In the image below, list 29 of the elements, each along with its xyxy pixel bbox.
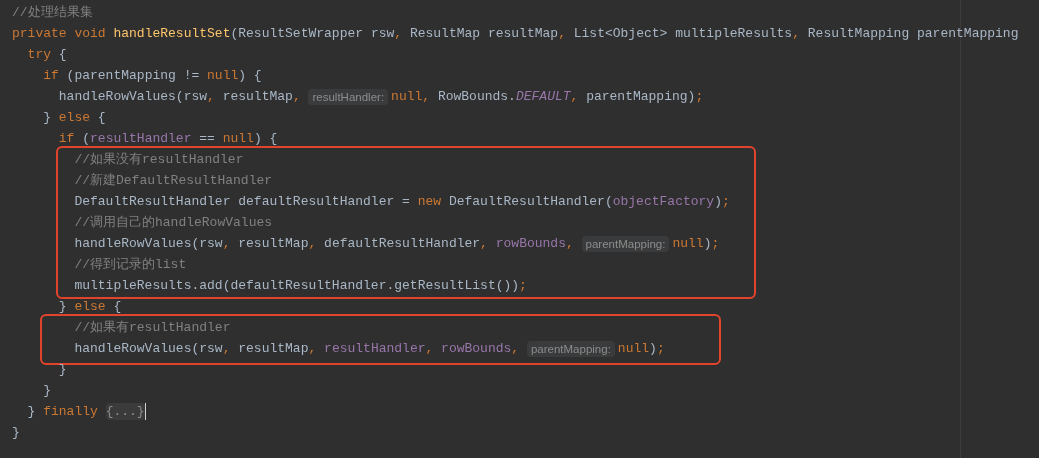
code-text: try { bbox=[26, 45, 67, 64]
folded-code[interactable]: {...} bbox=[105, 403, 145, 420]
code-text: handleRowValues(rsw, resultMap, resultHandler, rowBounds, bbox=[73, 339, 521, 358]
code-text: multipleResults.add(defaultResultHandler.getResultList()); bbox=[73, 276, 527, 295]
code-text: } finally bbox=[26, 402, 99, 421]
code-text: handleRowValues(rsw, resultMap, defaultResultHandler, rowBounds, bbox=[73, 234, 575, 253]
code-text: } else { bbox=[42, 108, 106, 127]
code-text: //如果有resultHandler bbox=[73, 318, 231, 337]
parameter-hint: parentMapping: bbox=[581, 235, 670, 252]
code-text: handleRowValues(rsw, resultMap, bbox=[57, 87, 302, 106]
code-text: null); bbox=[617, 339, 665, 358]
code-text: //如果没有resultHandler bbox=[73, 150, 244, 169]
code-text: //调用自己的handleRowValues bbox=[73, 213, 273, 232]
code-text: } else { bbox=[57, 297, 122, 316]
parameter-hint: resultHandler: bbox=[308, 88, 389, 105]
code-text: if (resultHandler == null) { bbox=[57, 129, 278, 148]
code-text: //处理结果集 bbox=[12, 3, 93, 22]
code-text: //新建DefaultResultHandler bbox=[73, 171, 273, 190]
code-text: null); bbox=[672, 234, 720, 253]
code-text: private void handleResultSet(ResultSetWrapper rsw, ResultMap resultMap, List<Object> multipleResults, ResultMapping parentMapping bbox=[12, 24, 1019, 43]
code-text: null, RowBounds.DEFAULT, parentMapping); bbox=[391, 87, 704, 106]
text-cursor bbox=[144, 403, 147, 420]
parameter-hint: parentMapping: bbox=[526, 340, 615, 357]
code-text: } bbox=[12, 423, 20, 442]
code-text: } bbox=[57, 360, 67, 379]
code-text: DefaultResultHandler defaultResultHandler = new DefaultResultHandler(objectFactory); bbox=[73, 192, 730, 211]
code-text: if (parentMapping != null) { bbox=[42, 66, 262, 85]
code-text: //得到记录的list bbox=[73, 255, 187, 274]
code-text: } bbox=[42, 381, 51, 400]
